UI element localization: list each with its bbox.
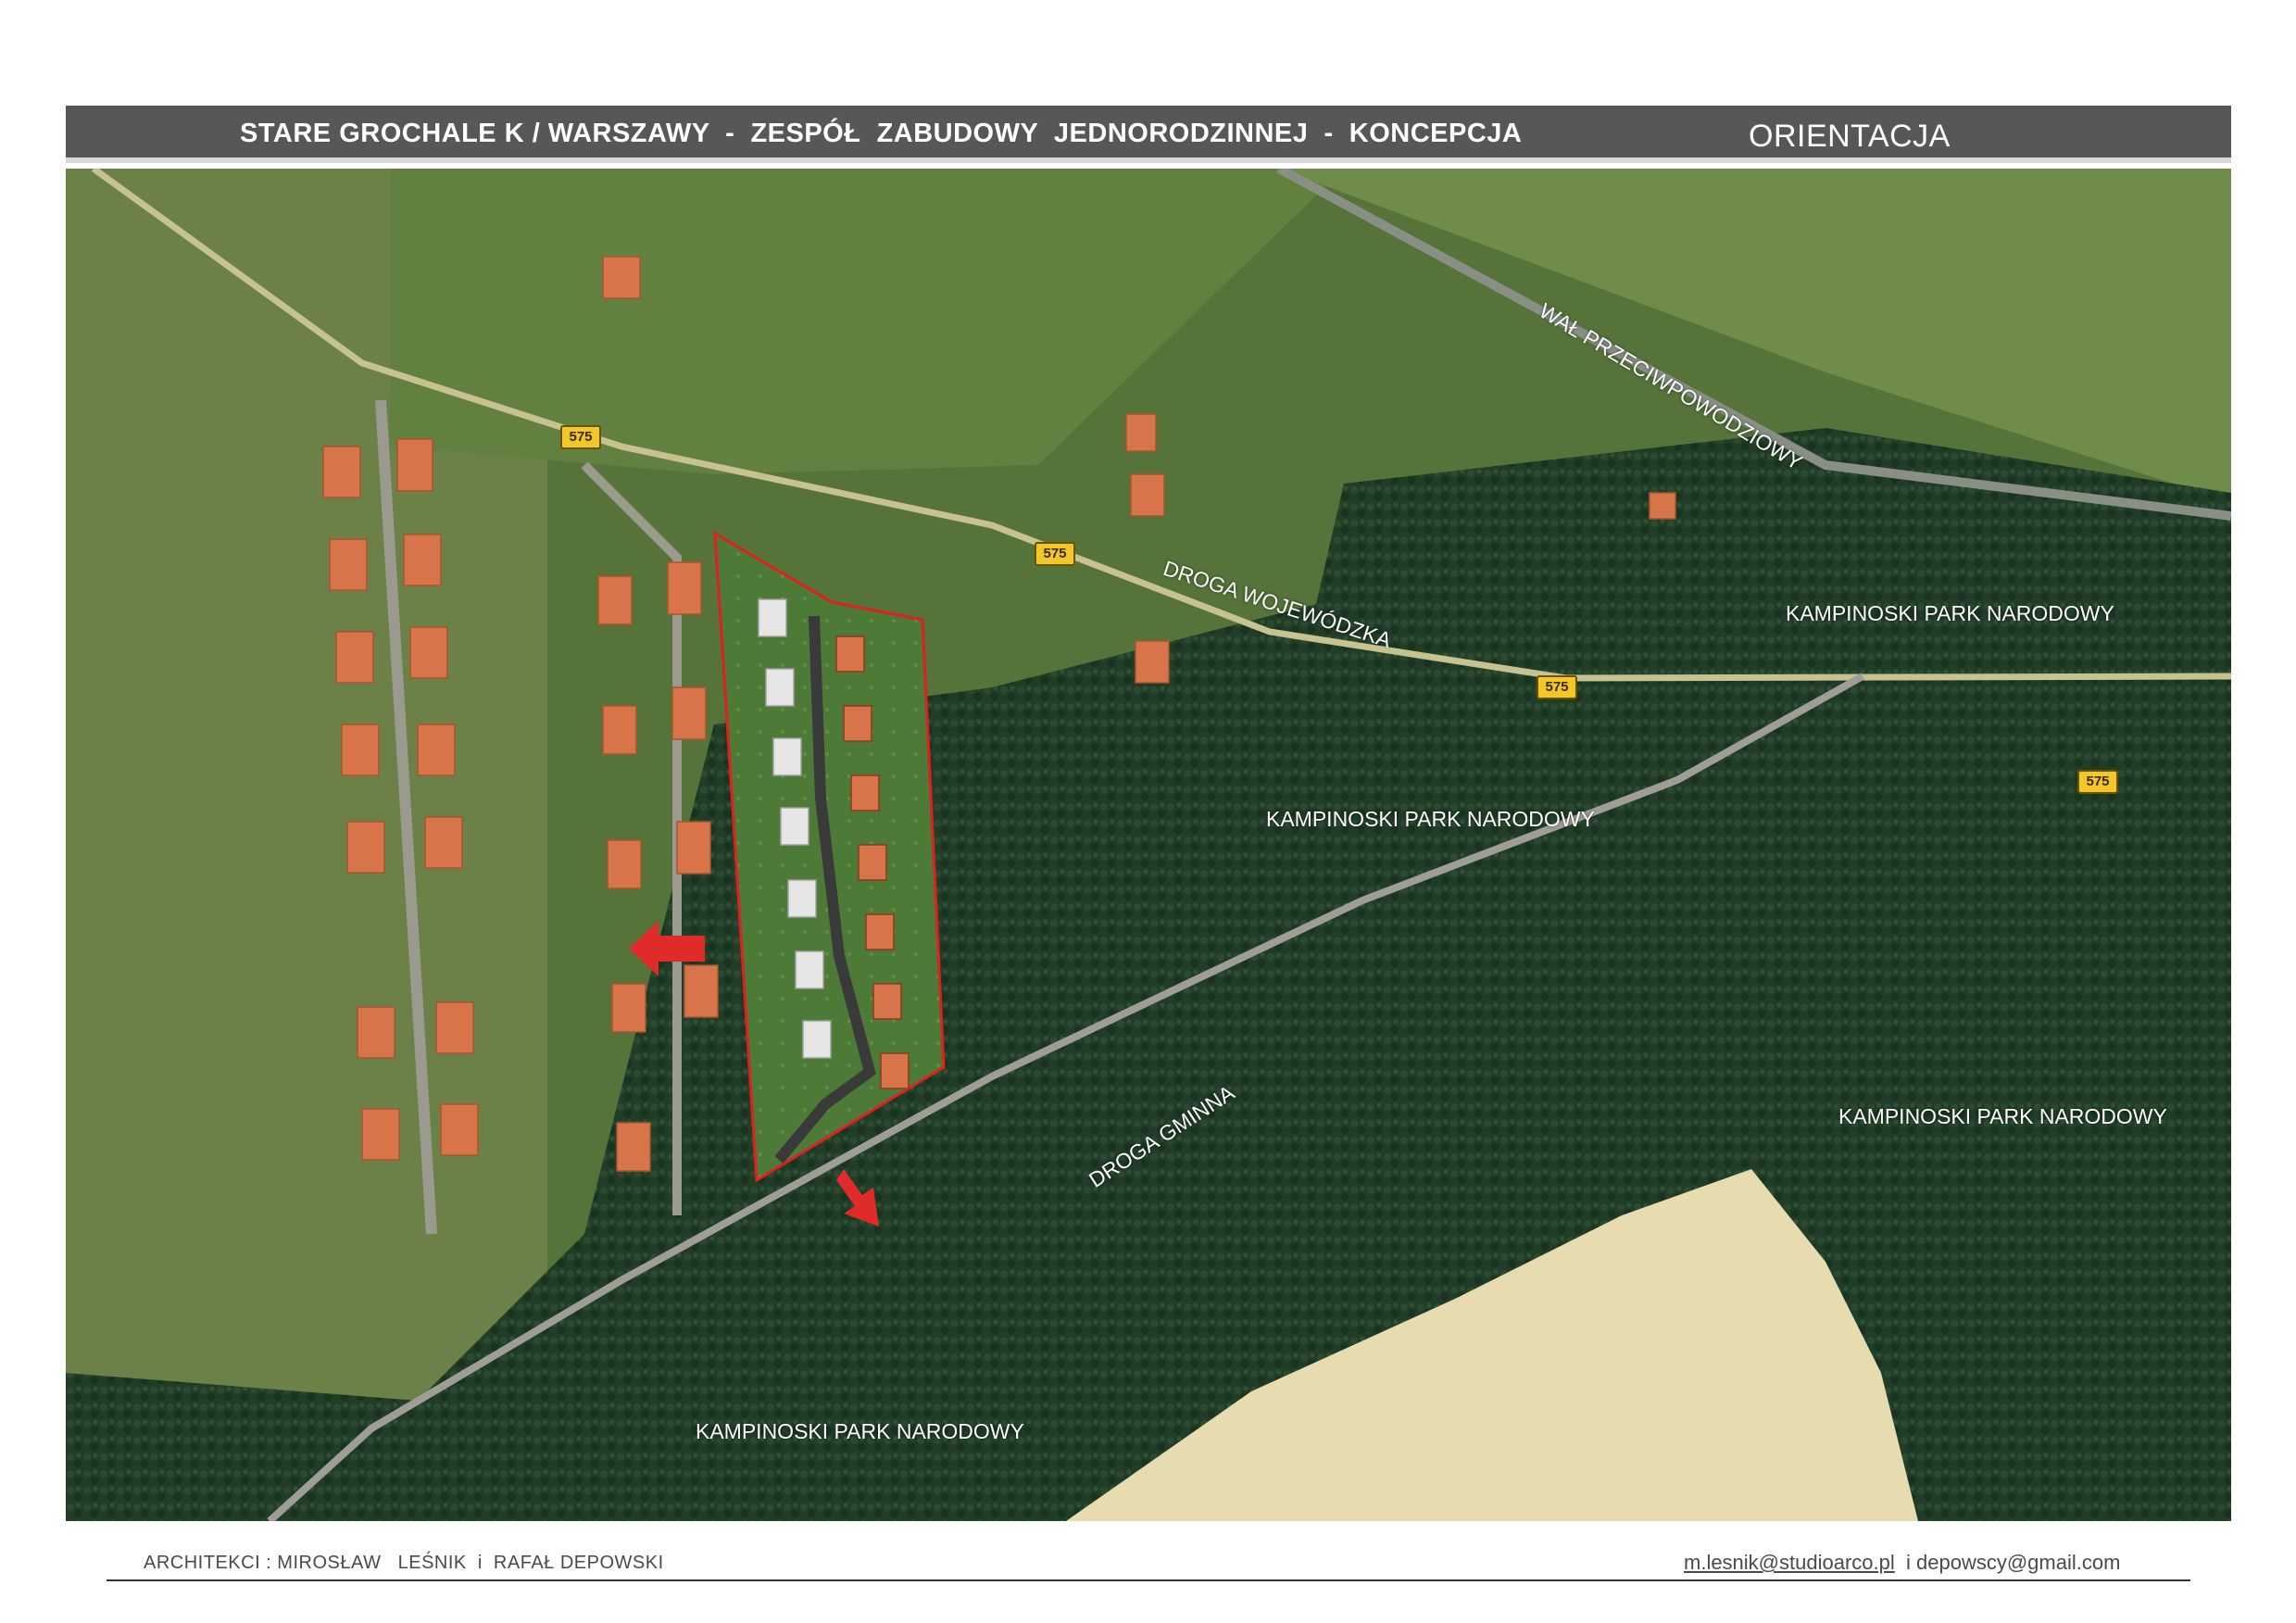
road-number-badge: 575 — [2077, 770, 2118, 794]
road-number-badge: 575 — [1537, 675, 1577, 699]
email-separator: i — [1894, 1551, 1916, 1574]
title-bar: STARE GROCHALE K / WARSZAWY - ZESPÓŁ ZAB… — [66, 106, 2231, 163]
label-park-northeast: KAMPINOSKI PARK NARODOWY — [1786, 601, 2114, 625]
architects-credit: ARCHITEKCI : MIROSŁAW LEŚNIK i RAFAŁ DEP… — [144, 1553, 664, 1573]
sheet-name: ORIENTACJA — [1749, 119, 1951, 154]
label-park-south: KAMPINOSKI PARK NARODOWY — [696, 1419, 1024, 1443]
label-park-east: KAMPINOSKI PARK NARODOWY — [1838, 1104, 2167, 1128]
project-title: STARE GROCHALE K / WARSZAWY - ZESPÓŁ ZAB… — [240, 119, 1523, 148]
aerial-map: WAŁ PRZECIWPOWODZIOWY DROGA WOJEWÓDZKA D… — [66, 169, 2231, 1521]
email-link-lesnik[interactable]: m.lesnik@studioarco.pl — [1684, 1551, 1895, 1574]
label-park-center: KAMPINOSKI PARK NARODOWY — [1266, 807, 1595, 831]
email-depowscy: depowscy@gmail.com — [1916, 1551, 2121, 1574]
footer-divider — [107, 1579, 2190, 1581]
road-number-badge: 575 — [560, 425, 601, 449]
road-number-badge: 575 — [1035, 542, 1075, 566]
contact-emails: m.lesnik@studioarco.pl i depowscy@gmail.… — [1684, 1551, 2120, 1575]
map-drawing — [66, 169, 2231, 1521]
